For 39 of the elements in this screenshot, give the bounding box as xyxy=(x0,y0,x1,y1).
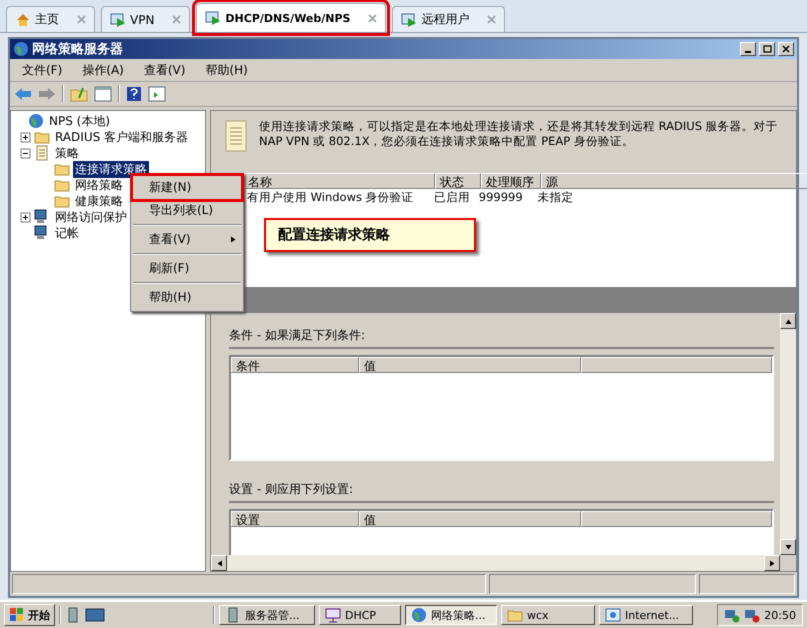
tree-item[interactable]: NPS (本地) xyxy=(47,112,112,130)
column-header[interactable]: 处理顺序 xyxy=(481,173,541,189)
tree-item[interactable]: 网络访问保护 xyxy=(53,208,129,226)
taskbar-button[interactable]: DHCP xyxy=(319,605,401,625)
menu-item[interactable]: 刷新(F) xyxy=(133,257,241,280)
menu-item[interactable]: 查看(V) xyxy=(133,228,241,251)
menu-item[interactable]: 导出列表(L) xyxy=(133,199,241,222)
tree-item[interactable]: 记帐 xyxy=(53,224,81,242)
callout-note: 配置连接请求策略 xyxy=(264,218,476,252)
browser-tab[interactable]: VPN xyxy=(101,6,190,32)
browser-tab[interactable]: 远程用户 xyxy=(392,6,506,32)
tree-item[interactable]: 策略 xyxy=(53,144,81,162)
column-header[interactable]: 值 xyxy=(359,357,581,373)
tree-item[interactable]: 健康策略 xyxy=(73,192,125,210)
tree-item[interactable]: 网络策略 xyxy=(73,176,125,194)
taskbar-button[interactable]: 网络策略... xyxy=(405,605,497,625)
section-heading: 设置 - 则应用下列设置: xyxy=(229,481,774,503)
browser-tab[interactable]: 主页 xyxy=(6,6,95,32)
column-header[interactable]: 值 xyxy=(359,511,581,527)
column-header[interactable]: 源 xyxy=(541,173,807,189)
menu-item[interactable]: 查看(V) xyxy=(136,60,194,80)
table-cell[interactable]: 已启用 xyxy=(430,189,475,206)
menu-item[interactable]: 帮助(H) xyxy=(133,286,241,309)
tree-item[interactable]: RADIUS 客户端和服务器 xyxy=(53,128,190,146)
taskbar-button[interactable]: 服务器管... xyxy=(219,605,315,625)
taskbar-button[interactable]: Internet... xyxy=(599,605,693,625)
column-header[interactable]: 设置 xyxy=(231,511,359,527)
description-text: 使用连接请求策略，可以指定是在本地处理连接请求，还是将其转发到远程 RADIUS 服务器。对于 NAP VPN 或 802.1X，您必须在连接请求策略中配置 PEAP 身份验证。 xyxy=(259,119,779,149)
window-title: 网络策略服务器 xyxy=(32,41,124,58)
menu-item[interactable]: 帮助(H) xyxy=(197,60,256,80)
table-cell[interactable]: 999999 xyxy=(474,189,534,206)
column-header[interactable]: 状态 xyxy=(435,173,481,189)
table-cell[interactable]: 未指定 xyxy=(533,189,796,206)
menu-item[interactable]: 文件(F) xyxy=(14,60,70,80)
column-header[interactable]: 条件 xyxy=(231,357,359,373)
start-button[interactable]: 开始 xyxy=(4,604,55,626)
section-heading: 条件 - 如果满足下列条件: xyxy=(229,327,774,349)
menu-item[interactable]: 操作(A) xyxy=(74,60,132,80)
taskbar-button[interactable]: wcx xyxy=(501,605,595,625)
